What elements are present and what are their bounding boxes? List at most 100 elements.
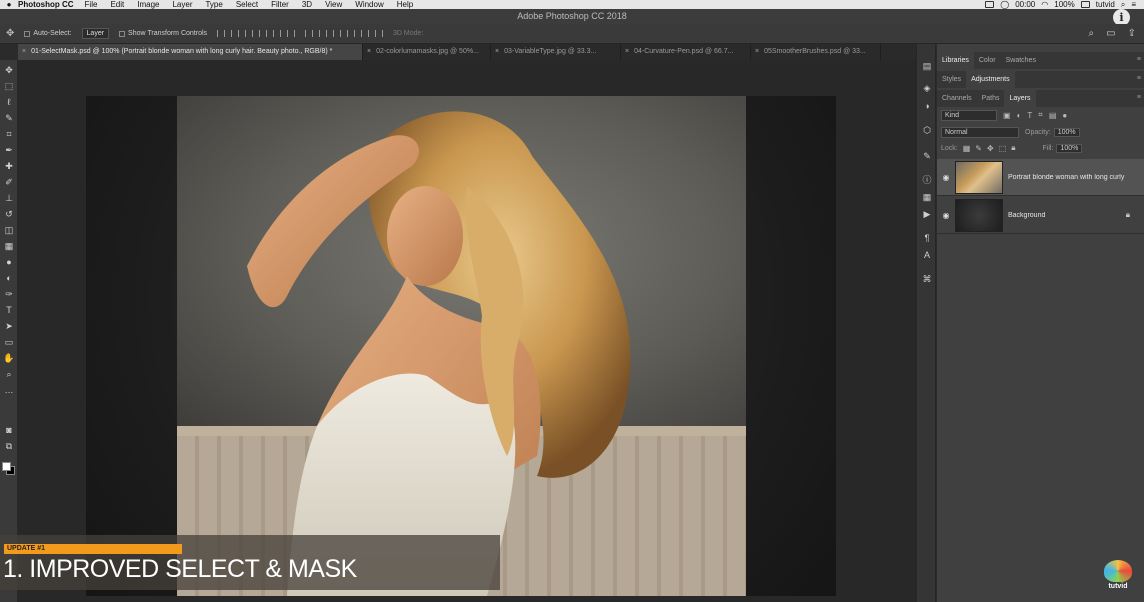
filter-pixel-icon[interactable]: ▣	[1003, 111, 1011, 120]
lock-pixels-icon[interactable]: ✎	[975, 144, 982, 153]
tab-styles[interactable]: Styles	[937, 71, 966, 88]
menu-help[interactable]: Help	[397, 0, 413, 9]
battery-icon[interactable]	[1080, 1, 1090, 8]
history-brush-icon[interactable]: ↺	[3, 208, 15, 220]
layer-row-background[interactable]: ◉ Background 🔒︎	[937, 197, 1144, 234]
glyphs-icon[interactable]: ⌘	[921, 273, 933, 285]
search-icon[interactable]: ⌕	[1089, 28, 1095, 39]
battery-text[interactable]: 100%	[1054, 0, 1074, 9]
menu-filter[interactable]: Filter	[271, 0, 289, 9]
lock-all-icon[interactable]: 🔒︎	[1011, 143, 1015, 153]
filter-smart-icon[interactable]: ▤	[1049, 111, 1057, 120]
brush-settings-icon[interactable]: ✎	[921, 150, 933, 162]
share-icon[interactable]: ⇪	[1128, 28, 1136, 39]
properties-icon[interactable]: ⓘ	[921, 174, 933, 186]
character-icon[interactable]: A	[921, 249, 933, 261]
dodge-tool-icon[interactable]: ◐	[3, 272, 15, 284]
tab-channels[interactable]: Channels	[937, 90, 977, 107]
close-tab-icon[interactable]: ×	[22, 48, 26, 55]
kind-filter-dropdown[interactable]: Kind	[941, 109, 997, 121]
screen-mode-icon[interactable]: ⧉	[3, 440, 15, 452]
align-left-icon[interactable]	[259, 30, 268, 37]
tab-variabletype[interactable]: × 03-VariableType.jpg @ 33.3...	[491, 44, 621, 60]
close-tab-icon[interactable]: ×	[367, 48, 371, 55]
lock-transparent-icon[interactable]: ▦	[963, 144, 971, 153]
visibility-eye-icon[interactable]: ◉	[937, 211, 955, 220]
close-tab-icon[interactable]: ×	[495, 48, 499, 55]
visibility-eye-icon[interactable]: ◉	[937, 173, 955, 182]
tab-paths[interactable]: Paths	[977, 90, 1005, 107]
filter-shape-icon[interactable]: ⌗	[1038, 110, 1043, 120]
close-tab-icon[interactable]: ×	[755, 48, 759, 55]
menu-image[interactable]: Image	[137, 0, 159, 9]
lasso-tool-icon[interactable]: ℓ	[3, 96, 15, 108]
gradient-tool-icon[interactable]: ▦	[3, 240, 15, 252]
blend-mode-dropdown[interactable]: Normal	[941, 126, 1019, 138]
wifi-icon[interactable]: ◠	[1041, 0, 1048, 9]
document-canvas[interactable]	[18, 60, 916, 602]
shape-tool-icon[interactable]: ▭	[3, 336, 15, 348]
distribute-top-icon[interactable]	[305, 30, 314, 37]
zoom-tool-icon[interactable]: ⌕	[3, 368, 15, 380]
distribute-bottom-icon[interactable]	[333, 30, 342, 37]
menu-3d[interactable]: 3D	[302, 0, 312, 9]
tab-color[interactable]: Color	[974, 52, 1001, 69]
move-tool-icon[interactable]: ✥	[3, 64, 15, 76]
brush-tool-icon[interactable]: ✐	[3, 176, 15, 188]
distribute-vcenter-icon[interactable]	[319, 30, 328, 37]
libraries-icon[interactable]: ▤	[921, 60, 933, 72]
app-menu[interactable]: Photoshop CC	[18, 0, 74, 9]
panel-menu-icon[interactable]: ≡	[1137, 94, 1141, 101]
menu-type[interactable]: Type	[205, 0, 222, 9]
auto-select-dropdown[interactable]: Layer	[81, 28, 110, 39]
auto-select-checkbox[interactable]	[24, 30, 31, 37]
marquee-tool-icon[interactable]: ⬚	[3, 80, 15, 92]
menu-file[interactable]: File	[85, 0, 98, 9]
quick-mask-icon[interactable]: ◙	[3, 424, 15, 436]
healing-brush-icon[interactable]: ✚	[3, 160, 15, 172]
eraser-tool-icon[interactable]: ◫	[3, 224, 15, 236]
history-icon[interactable]: ▦	[921, 191, 933, 203]
distribute-left-icon[interactable]	[347, 30, 356, 37]
quick-select-tool-icon[interactable]: ✎	[3, 112, 15, 124]
user-name[interactable]: tutvid	[1096, 0, 1115, 9]
distribute-right-icon[interactable]	[375, 30, 384, 37]
tab-smoother-brushes[interactable]: × 05SmootherBrushes.psd @ 33...	[751, 44, 881, 60]
type-tool-icon[interactable]: T	[3, 304, 15, 316]
clock-text[interactable]: 00:00	[1015, 0, 1035, 9]
tab-colorlumamasks[interactable]: × 02-colorlumamasks.jpg @ 50%...	[363, 44, 491, 60]
lock-artboard-icon[interactable]: ⬚	[999, 144, 1007, 153]
actions-icon[interactable]: ▶	[921, 208, 933, 220]
notification-icon[interactable]: ≡	[1131, 0, 1136, 9]
menu-window[interactable]: Window	[355, 0, 383, 9]
opacity-input[interactable]: 100%	[1053, 127, 1080, 137]
clock-icon[interactable]: ◯	[1000, 0, 1009, 9]
foreground-color-swatch[interactable]	[2, 462, 11, 471]
tab-swatches[interactable]: Swatches	[1001, 52, 1041, 69]
panel-menu-icon[interactable]: ≡	[1137, 56, 1141, 63]
align-vcenter-icon[interactable]	[231, 30, 240, 37]
blur-tool-icon[interactable]: ●	[3, 256, 15, 268]
paragraph-icon[interactable]: ¶	[921, 232, 933, 244]
hand-tool-icon[interactable]: ✋	[3, 352, 15, 364]
close-tab-icon[interactable]: ×	[625, 48, 629, 55]
fill-input[interactable]: 100%	[1056, 143, 1083, 153]
move-tool-icon[interactable]: ✥	[6, 28, 14, 39]
menu-layer[interactable]: Layer	[172, 0, 192, 9]
more-tools-icon[interactable]: …	[3, 384, 15, 396]
tab-selectmask[interactable]: × 01-SelectMask.psd @ 100% (Portrait blon…	[18, 44, 363, 60]
pen-tool-icon[interactable]: ✑	[3, 288, 15, 300]
tab-curvature-pen[interactable]: × 04-Curvature-Pen.psd @ 66.7...	[621, 44, 751, 60]
align-right-icon[interactable]	[287, 30, 296, 37]
tab-libraries[interactable]: Libraries	[937, 52, 974, 69]
adjustments-icon[interactable]: ◑	[921, 100, 933, 112]
screen-icon[interactable]	[985, 1, 995, 8]
align-hcenter-icon[interactable]	[273, 30, 282, 37]
align-top-icon[interactable]	[217, 30, 226, 37]
clone-stamp-icon[interactable]: ⊥	[3, 192, 15, 204]
tab-layers[interactable]: Layers	[1004, 90, 1036, 107]
filter-adjustment-icon[interactable]: ◐	[1017, 111, 1022, 120]
panel-menu-icon[interactable]: ≡	[1137, 75, 1141, 82]
apple-icon[interactable]: ●	[0, 0, 18, 9]
color-icon[interactable]: ◈	[921, 82, 933, 94]
